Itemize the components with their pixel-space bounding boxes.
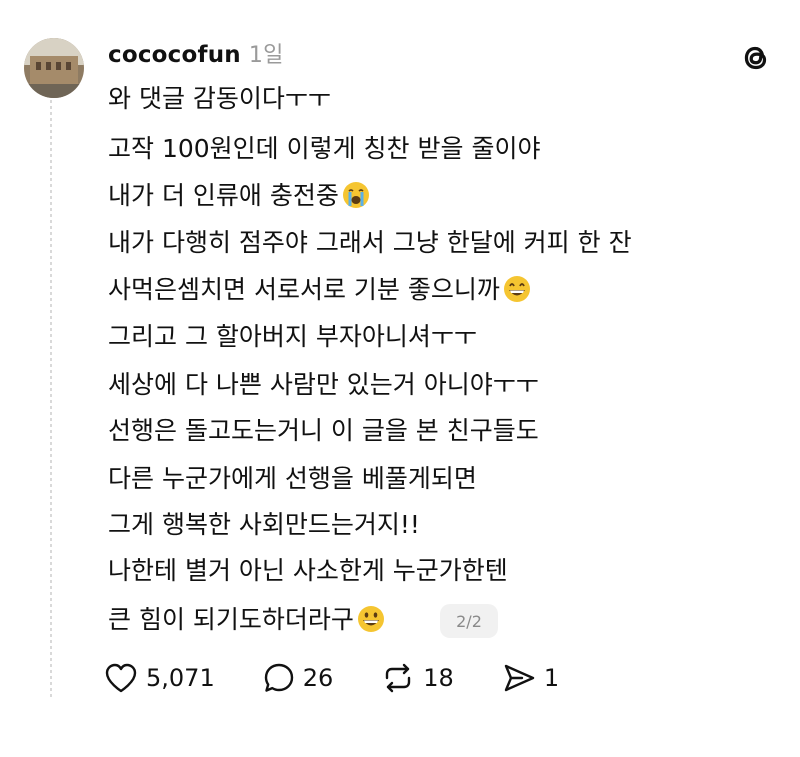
share-icon — [504, 664, 535, 692]
username[interactable]: cococofun — [108, 42, 241, 68]
comment-line-5: 사먹은셈치면 서로서로 기분 좋으니까 — [108, 274, 532, 305]
comment-line-7: 세상에 다 나쁜 사람만 있는거 아니야ㅜㅜ — [108, 370, 539, 399]
reply-icon — [264, 663, 293, 692]
comment-line-4: 내가 다행히 점주야 그래서 그냥 한달에 커피 한 잔 — [108, 228, 632, 257]
post-header: cococofun 1일 — [108, 37, 284, 69]
page-indicator-badge[interactable]: 2/2 — [440, 604, 498, 638]
comment-line-3: 내가 더 인류애 충전중 — [108, 180, 371, 211]
comment-line-6: 그리고 그 할아버지 부자아니셔ㅜㅜ — [108, 322, 477, 351]
repost-icon — [386, 663, 411, 693]
like-button[interactable]: 5,071 — [104, 662, 215, 694]
smiling-face-icon — [357, 606, 384, 632]
share-count: 1 — [543, 664, 560, 692]
repost-button[interactable]: 18 — [381, 662, 454, 694]
comment-line-1: 와 댓글 감동이다ㅜㅜ — [108, 84, 331, 113]
comment-line-9: 다른 누군가에게 선행을 베풀게되면 — [108, 464, 477, 493]
avatar[interactable] — [24, 38, 84, 98]
threads-logo-icon[interactable] — [736, 38, 774, 76]
comment-line-2: 고작 100원인데 이렇게 칭찬 받을 줄이야 — [108, 134, 541, 163]
crying-face-icon — [342, 182, 369, 208]
page-indicator-text: 2/2 — [456, 611, 482, 631]
comment-line-11: 나한테 별거 아닌 사소한게 누군가한텐 — [108, 556, 508, 585]
timestamp: 1일 — [248, 43, 284, 68]
thread-line — [50, 100, 52, 700]
action-bar: 5,071 26 18 1 — [104, 656, 559, 700]
comment-line-8: 선행은 돌고도는거니 이 글을 본 친구들도 — [108, 416, 539, 445]
comment-line-12: 큰 힘이 되기도하더라구 — [108, 604, 386, 635]
repost-count: 18 — [423, 664, 454, 692]
share-button[interactable]: 1 — [502, 662, 559, 694]
like-count: 5,071 — [146, 664, 215, 692]
comment-line-10: 그게 행복한 사회만드는거지!! — [108, 510, 420, 539]
grinning-face-icon — [503, 276, 530, 302]
heart-icon — [105, 663, 137, 693]
reply-count: 26 — [302, 664, 334, 692]
reply-button[interactable]: 26 — [263, 662, 334, 694]
